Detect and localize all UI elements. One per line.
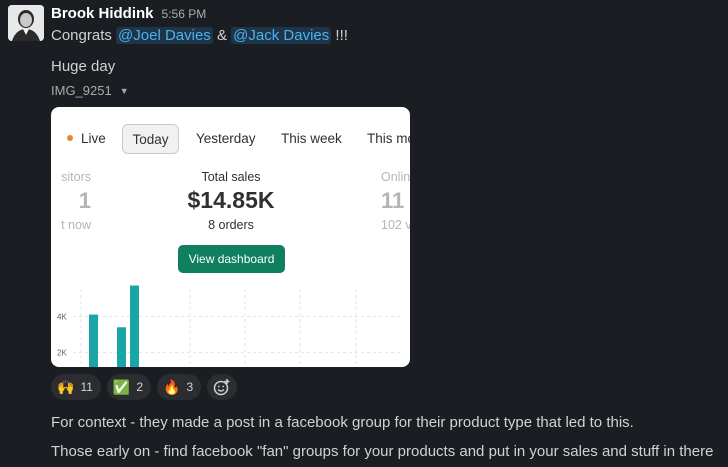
text-exclaim: !!!	[331, 27, 348, 44]
file-name-toggle[interactable]: IMG_9251 ▼	[51, 83, 129, 98]
stat-online-label: Onlin	[381, 170, 410, 184]
tab-this-week: This week	[281, 131, 342, 146]
reaction-count: 2	[136, 380, 144, 394]
stat-visitors-sub: t now	[61, 218, 91, 232]
chart-bar	[130, 285, 139, 367]
stat-online-sub: 102 v	[381, 218, 410, 232]
reaction-fire[interactable]: 🔥 3	[157, 374, 202, 400]
message-header: Brook Hiddink 5:56 PM	[51, 5, 206, 25]
chart-bar	[89, 314, 98, 367]
image-attachment[interactable]: Live Today Yesterday This week This mo s…	[51, 107, 410, 367]
file-name-label: IMG_9251	[51, 83, 112, 98]
avatar[interactable]	[8, 5, 44, 41]
view-dashboard-button: View dashboard	[178, 245, 285, 273]
reactions-bar: 🙌 11 ✅ 2 🔥 3	[51, 374, 238, 400]
stat-visitors-label: sitors	[61, 170, 91, 184]
stat-online-value: 11	[381, 188, 405, 213]
reaction-raised-hands[interactable]: 🙌 11	[51, 374, 101, 400]
chart-bar	[117, 327, 126, 367]
text-and: &	[212, 27, 232, 44]
stat-total-sales-sub: 8 orders	[208, 218, 254, 232]
stat-visitors: sitors 1 t now	[51, 170, 91, 232]
chart-bars	[89, 285, 139, 367]
check-mark-icon: ✅	[112, 379, 131, 395]
stat-total-sales-label: Total sales	[201, 170, 261, 184]
add-reaction-button[interactable]	[207, 374, 238, 400]
chevron-down-icon: ▼	[119, 85, 129, 96]
reaction-check-mark[interactable]: ✅ 2	[106, 374, 152, 400]
tab-today: Today	[122, 124, 179, 154]
tab-this-month: This mo	[367, 131, 410, 146]
reaction-count: 3	[186, 380, 194, 394]
fire-icon: 🔥	[163, 379, 181, 395]
message-line-huge-day: Huge day	[51, 58, 116, 75]
message-line-congrats: Congrats @Joel Davies & @Jack Davies !!!	[51, 27, 348, 44]
chart-y-tick-label: 2K	[57, 349, 67, 358]
message-line-context: For context - they made a post in a face…	[51, 414, 634, 431]
dashboard-tabs: Live Today Yesterday This week This mo	[51, 124, 410, 154]
raised-hands-icon: 🙌	[57, 379, 75, 395]
chart-y-ticks: 6K4K2K	[57, 285, 67, 358]
mention-joel[interactable]: @Joel Davies	[116, 27, 213, 44]
chart-y-tick-label: 4K	[57, 312, 67, 321]
stat-total-sales: Total sales $14.85K 8 orders	[151, 170, 311, 232]
text-congrats: Congrats	[51, 27, 117, 44]
tab-yesterday: Yesterday	[196, 131, 256, 146]
tab-live: Live	[67, 124, 106, 154]
reaction-count: 11	[80, 380, 93, 394]
author-name[interactable]: Brook Hiddink	[51, 5, 154, 22]
message: Brook Hiddink 5:56 PM Congrats @Joel Dav…	[0, 0, 728, 467]
stat-online: Onlin 11 102 v	[381, 170, 410, 232]
add-emoji-icon	[213, 379, 230, 396]
mention-jack[interactable]: @Jack Davies	[231, 27, 332, 44]
live-dot-icon	[67, 135, 73, 142]
stat-visitors-value: 1	[78, 188, 91, 213]
sales-chart: 6K4K2K	[57, 285, 403, 367]
tab-live-label: Live	[81, 131, 106, 146]
avatar-image	[8, 5, 44, 41]
message-line-advice: Those early on - find facebook "fan" gro…	[51, 443, 714, 460]
timestamp[interactable]: 5:56 PM	[162, 7, 207, 21]
stat-total-sales-value: $14.85K	[187, 187, 275, 213]
